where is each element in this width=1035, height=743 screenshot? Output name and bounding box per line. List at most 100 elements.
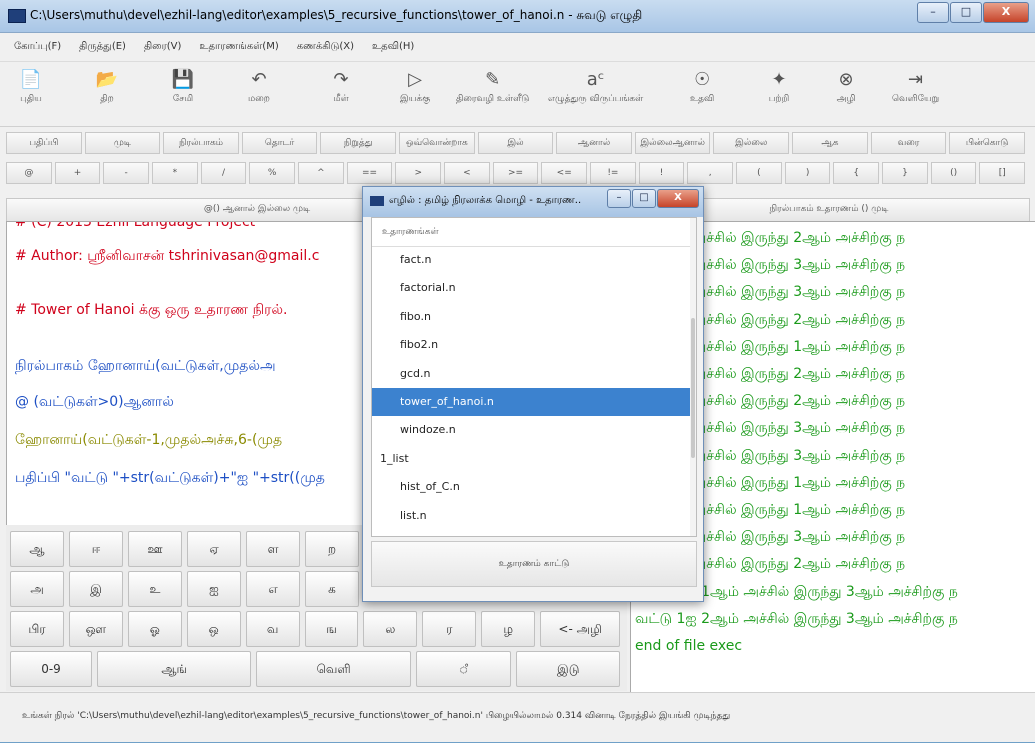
keyword-button[interactable]: முடி xyxy=(84,132,161,154)
keyword-button[interactable]: இல் xyxy=(477,132,554,154)
keyboard-key[interactable]: ஆ xyxy=(10,531,64,567)
toolbar-button-7[interactable]: aᶜ எழுத்துரு விருப்பங்கள் xyxy=(548,68,643,105)
menu-item-4[interactable]: கணக்கிடு(X) xyxy=(297,41,354,53)
keyboard-key[interactable]: ஔ xyxy=(68,611,123,647)
keyword-button[interactable]: ஆனால் xyxy=(556,132,632,154)
operator-button[interactable]: () xyxy=(930,162,977,184)
keyboard-key[interactable]: 0-9 xyxy=(10,651,93,687)
show-example-button[interactable]: உதாரணம் காட்டு xyxy=(371,541,697,587)
keyboard-key[interactable]: ஆங் xyxy=(97,651,252,687)
keyboard-key[interactable]: ஐ xyxy=(187,571,241,607)
keyboard-key[interactable]: க xyxy=(305,571,359,607)
operator-button[interactable]: { xyxy=(833,162,880,184)
operator-button[interactable]: ) xyxy=(784,162,831,184)
example-list-item[interactable]: hist_of_C.n xyxy=(372,473,694,501)
example-list-item[interactable]: tower_of_hanoi.n xyxy=(372,388,694,416)
dialog-close-button[interactable]: X xyxy=(657,189,699,208)
keyboard-key[interactable]: அ xyxy=(10,571,64,607)
keyboard-key[interactable]: இ xyxy=(69,571,123,607)
operator-button[interactable]: >= xyxy=(492,162,539,184)
keyboard-key[interactable]: ஒ xyxy=(186,611,241,647)
menu-item-2[interactable]: திரை(V) xyxy=(144,41,181,53)
keyboard-key[interactable]: ள xyxy=(246,531,300,567)
operator-button[interactable]: } xyxy=(882,162,928,184)
example-list-item[interactable]: factorial.n xyxy=(372,274,694,302)
operator-button[interactable]: ^ xyxy=(298,162,344,184)
dialog-minimize-button[interactable]: – xyxy=(607,189,631,208)
keyword-button[interactable]: ஆக xyxy=(792,132,868,154)
example-list-item[interactable]: reverse.n xyxy=(372,530,694,536)
operator-button[interactable]: < xyxy=(444,162,490,184)
keyword-button[interactable]: பின்கொடு xyxy=(949,132,1025,154)
toolbar-button-5[interactable]: ▷ இயக்கு xyxy=(400,68,430,105)
example-list-item[interactable]: list.n xyxy=(372,502,694,530)
operator-button[interactable]: / xyxy=(200,162,247,184)
operator-button[interactable]: != xyxy=(590,162,636,184)
keyword-button[interactable]: வரை xyxy=(870,132,947,154)
toolbar-button-2[interactable]: 💾 சேமி xyxy=(172,68,194,105)
keyboard-key[interactable]: ஂ xyxy=(415,651,512,687)
keyword-button[interactable]: தொடர் xyxy=(241,132,318,154)
keyboard-key[interactable]: <- அழி xyxy=(540,611,621,647)
toolbar-button-0[interactable]: 📄 புதிய xyxy=(20,68,42,105)
keyboard-key[interactable]: ஏ xyxy=(187,531,241,567)
operator-button[interactable]: ( xyxy=(736,162,782,184)
keyboard-key[interactable]: ஈ xyxy=(69,531,123,567)
keyword-button[interactable]: நிரல்பாகம் xyxy=(163,132,239,154)
scroll-thumb[interactable] xyxy=(691,318,695,458)
keyword-button[interactable]: இல்லைஆனால் xyxy=(634,132,711,154)
example-list-item[interactable]: fibo.n xyxy=(372,303,694,331)
keyboard-key[interactable]: ஊ xyxy=(128,531,182,567)
toolbar-button-9[interactable]: ✦ பற்றி xyxy=(768,68,790,105)
keyboard-key[interactable]: ங xyxy=(304,611,359,647)
toolbar-button-1[interactable]: 📂 திற xyxy=(96,68,118,105)
operator-button[interactable]: + xyxy=(54,162,101,184)
menu-item-1[interactable]: திருத்து(E) xyxy=(79,41,126,53)
operator-button[interactable]: == xyxy=(346,162,393,184)
toolbar-button-3[interactable]: ↶ மறை xyxy=(248,68,270,105)
keyword-button[interactable]: இல்லை xyxy=(713,132,790,154)
keyboard-key[interactable]: பிர xyxy=(10,611,64,647)
minimize-button[interactable]: – xyxy=(917,2,949,23)
keyword-button[interactable]: பதிப்பி xyxy=(6,132,82,154)
menu-item-3[interactable]: உதாரணங்கள்(M) xyxy=(199,41,278,53)
menu-item-0[interactable]: கோப்பு(F) xyxy=(14,41,61,53)
operator-button[interactable]: , xyxy=(687,162,734,184)
title-bar[interactable]: C:\Users\muthu\devel\ezhil-lang\editor\e… xyxy=(0,0,1035,33)
operator-button[interactable]: @ xyxy=(6,162,52,184)
operator-button[interactable]: - xyxy=(103,162,150,184)
keyboard-key[interactable]: ற xyxy=(305,531,359,567)
keyboard-key[interactable]: இடு xyxy=(516,651,620,687)
keyboard-key[interactable]: ழ xyxy=(481,611,536,647)
operator-button[interactable]: % xyxy=(249,162,296,184)
operator-button[interactable]: * xyxy=(152,162,198,184)
dialog-maximize-button[interactable]: □ xyxy=(632,189,656,208)
example-list-item[interactable]: windoze.n xyxy=(372,416,694,444)
example-list-item[interactable]: 1_list xyxy=(372,445,694,473)
maximize-button[interactable]: □ xyxy=(950,2,982,23)
dialog-title-bar[interactable]: எழில் : தமிழ் நிரலாக்க மொழி - உதாரண.. – … xyxy=(363,187,703,217)
keyboard-key[interactable]: ஓ xyxy=(127,611,182,647)
keyboard-key[interactable]: எ xyxy=(246,571,300,607)
examples-list[interactable]: உதாரணங்கள் fact.n factorial.n fibo.n fibo2.… xyxy=(371,217,697,537)
toolbar-button-11[interactable]: ⇥ வெளியேறு xyxy=(892,68,939,105)
toolbar-button-10[interactable]: ⊗ அழி xyxy=(835,68,857,105)
example-list-item[interactable]: fact.n xyxy=(372,246,694,274)
keyboard-key[interactable]: ர xyxy=(422,611,477,647)
toolbar-button-8[interactable]: ☉ உதவி xyxy=(690,68,714,105)
operator-button[interactable]: > xyxy=(395,162,442,184)
keyword-button[interactable]: ஒவ்வொன்றாக xyxy=(399,132,475,154)
toolbar-button-4[interactable]: ↷ மீள் xyxy=(330,68,352,105)
keyboard-key[interactable]: வெளி xyxy=(256,651,411,687)
operator-button[interactable]: ! xyxy=(638,162,685,184)
close-button[interactable]: X xyxy=(983,2,1029,23)
keyword-button[interactable]: நிறுத்து xyxy=(320,132,397,154)
keyboard-key[interactable]: உ xyxy=(128,571,182,607)
operator-button[interactable]: <= xyxy=(541,162,588,184)
keyboard-key[interactable]: வ xyxy=(245,611,300,647)
list-scrollbar[interactable] xyxy=(690,218,696,536)
example-list-item[interactable]: fibo2.n xyxy=(372,331,694,359)
keyboard-key[interactable]: ல xyxy=(363,611,418,647)
operator-button[interactable]: [] xyxy=(979,162,1026,184)
example-list-item[interactable]: gcd.n xyxy=(372,360,694,388)
